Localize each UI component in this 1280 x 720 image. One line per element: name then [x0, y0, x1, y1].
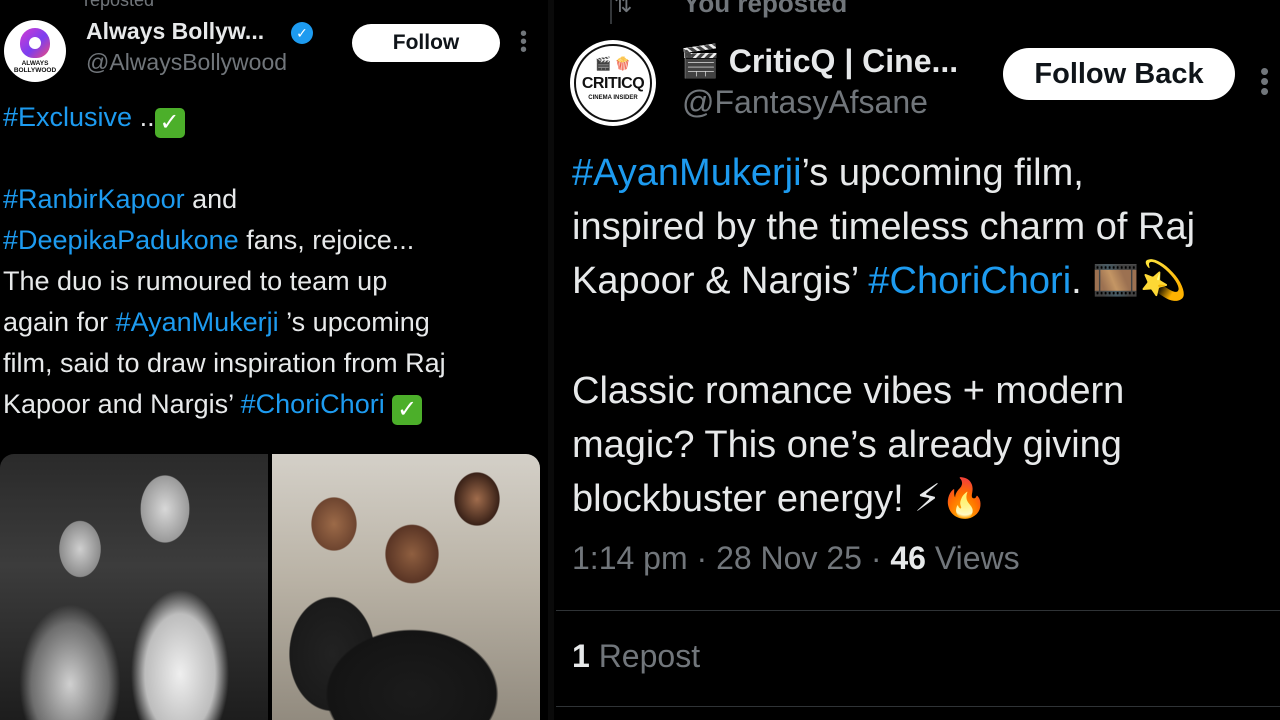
divider	[556, 610, 1280, 611]
tweet-text-paragraph-1: #AyanMukerji’s upcoming film, inspired b…	[572, 152, 1196, 302]
hashtag-deepikapadukone[interactable]: #DeepikaPadukone	[3, 225, 239, 255]
follow-back-button[interactable]: Follow Back	[1003, 48, 1235, 100]
you-reposted-label: You reposted	[683, 0, 848, 18]
display-name[interactable]: Always Bollyw...	[86, 18, 264, 45]
clapperboard-icon: 🎬	[680, 43, 720, 79]
avatar-logo-text: ALWAYS BOLLYWOOD	[13, 60, 57, 74]
tweet-time[interactable]: 1:14 pm	[572, 540, 688, 576]
repost-icon: ⇅	[614, 0, 633, 17]
views-count: 46	[890, 540, 926, 576]
hashtag-ayanmukerji[interactable]: #AyanMukerji	[116, 307, 279, 337]
tweet-date[interactable]: 28 Nov 25	[716, 540, 862, 576]
more-options-icon[interactable]: • • •	[520, 24, 527, 60]
tweet-metadata: 1:14 pm · 28 Nov 25 · 46 Views	[572, 540, 1020, 576]
left-tweet[interactable]: reposted ALWAYS BOLLYWOOD Always Bollyw.…	[0, 0, 546, 720]
avatar-logo-subtext: CINEMA INSIDER	[588, 95, 638, 101]
avatar-logo-text: CRITICQ	[581, 75, 645, 92]
avatar[interactable]: 🎬 🍿 CRITICQ CINEMA INSIDER	[570, 40, 656, 126]
hashtag-exclusive[interactable]: #Exclusive	[3, 102, 132, 132]
user-handle[interactable]: @FantasyAfsane	[682, 84, 928, 121]
brand-logo-icon	[20, 28, 50, 58]
avatar[interactable]: ALWAYS BOLLYWOOD	[4, 20, 66, 82]
hashtag-ayanmukerji[interactable]: #AyanMukerji	[572, 152, 802, 194]
views-label: Views	[925, 540, 1020, 576]
divider	[556, 706, 1280, 707]
reposts-stat[interactable]: 1 Repost	[572, 638, 700, 675]
panel-divider	[548, 0, 554, 720]
tweet-text-paragraph-2: Classic romance vibes + modern magic? Th…	[572, 370, 1125, 520]
tweet-media[interactable]	[0, 454, 540, 720]
right-tweet[interactable]: ⇅ You reposted 🎬 🍿 CRITICQ CINEMA INSIDE…	[556, 0, 1280, 720]
hashtag-chorichori[interactable]: #ChoriChori	[868, 260, 1071, 302]
reposts-label: Repost	[589, 638, 701, 674]
more-options-icon[interactable]: • • •	[1260, 58, 1269, 104]
user-handle[interactable]: @AlwaysBollywood	[86, 49, 287, 76]
check-mark-icon: ✓	[154, 108, 185, 138]
vintage-movie-still-image[interactable]	[0, 454, 268, 720]
display-name[interactable]: 🎬 CriticQ | Cine...	[680, 42, 958, 80]
group-photo-image[interactable]	[272, 454, 540, 720]
verified-icon: ✓	[291, 22, 313, 44]
hashtag-ranbirkapoor[interactable]: #RanbirKapoor	[3, 184, 185, 214]
hashtag-chorichori[interactable]: #ChoriChori	[241, 389, 385, 419]
reposted-header: reposted	[84, 0, 155, 10]
check-mark-icon: ✓	[392, 395, 423, 425]
clapperboard-popcorn-icon: 🎬 🍿	[595, 56, 631, 71]
tweet-text: #Exclusive .. ✓ #RanbirKapoor and #Deepik…	[3, 102, 446, 425]
reposts-count: 1	[572, 638, 590, 674]
thread-line	[610, 0, 612, 24]
follow-button[interactable]: Follow	[352, 24, 500, 62]
